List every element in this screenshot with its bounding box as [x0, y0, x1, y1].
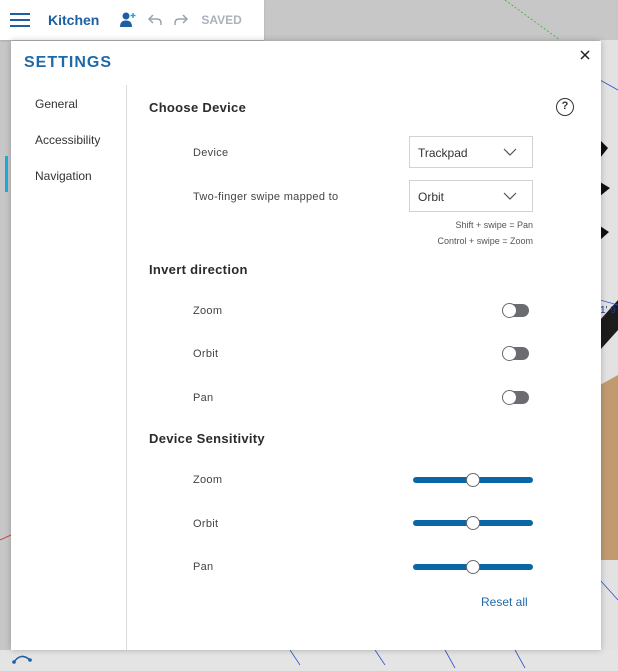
swipe-mapping-select[interactable]: Orbit: [409, 180, 533, 212]
settings-dialog: SETTINGS General Accessibility Navigatio…: [5, 41, 601, 650]
nav-item-general[interactable]: General: [35, 97, 78, 111]
sensitivity-orbit-slider[interactable]: [413, 516, 533, 530]
sensitivity-pan-label: Pan: [193, 561, 214, 573]
nav-item-accessibility[interactable]: Accessibility: [35, 133, 100, 147]
invert-orbit-toggle[interactable]: [502, 346, 529, 361]
project-title[interactable]: Kitchen: [48, 12, 99, 28]
invert-zoom-label: Zoom: [193, 305, 223, 317]
add-user-icon[interactable]: [119, 11, 137, 29]
invert-pan-toggle[interactable]: [502, 390, 529, 405]
swipe-hint-zoom: Control + swipe = Zoom: [437, 236, 533, 246]
reset-all-link[interactable]: Reset all: [481, 595, 528, 609]
slider-thumb[interactable]: [466, 560, 480, 574]
nav-item-navigation[interactable]: Navigation: [35, 169, 92, 183]
chevron-down-icon: [503, 148, 517, 156]
sensitivity-pan-slider[interactable]: [413, 560, 533, 574]
device-label: Device: [193, 147, 229, 159]
swipe-select-value: Orbit: [418, 190, 445, 204]
canvas-dimension-label: 1' 9: [600, 305, 616, 316]
swipe-mapping-label: Two-finger swipe mapped to: [193, 191, 339, 203]
chevron-down-icon: [503, 192, 517, 200]
dialog-title: SETTINGS: [24, 54, 113, 71]
device-sensitivity-heading: Device Sensitivity: [149, 431, 265, 446]
sensitivity-orbit-label: Orbit: [193, 518, 219, 530]
invert-direction-heading: Invert direction: [149, 262, 248, 277]
invert-zoom-toggle[interactable]: [502, 303, 529, 318]
choose-device-heading: Choose Device: [149, 100, 247, 115]
sensitivity-zoom-slider[interactable]: [413, 473, 533, 487]
close-icon[interactable]: [577, 47, 593, 63]
swipe-hint-pan: Shift + swipe = Pan: [455, 220, 533, 230]
menu-icon[interactable]: [10, 13, 30, 27]
toggle-knob: [502, 346, 517, 361]
redo-icon[interactable]: [173, 13, 189, 27]
slider-thumb[interactable]: [466, 473, 480, 487]
undo-icon[interactable]: [147, 13, 163, 27]
invert-pan-label: Pan: [193, 392, 214, 404]
save-status: SAVED: [201, 13, 242, 27]
top-toolbar: Kitchen SAVED: [0, 0, 264, 40]
slider-thumb[interactable]: [466, 516, 480, 530]
navigation-curve-icon[interactable]: [12, 649, 34, 667]
nav-selected-indicator: [5, 156, 8, 192]
help-icon[interactable]: ?: [556, 98, 574, 116]
sensitivity-zoom-label: Zoom: [193, 474, 223, 486]
device-select-value: Trackpad: [418, 146, 468, 160]
toggle-knob: [502, 303, 517, 318]
nav-divider: [126, 85, 127, 650]
invert-orbit-label: Orbit: [193, 348, 219, 360]
toggle-knob: [502, 390, 517, 405]
device-select[interactable]: Trackpad: [409, 136, 533, 168]
